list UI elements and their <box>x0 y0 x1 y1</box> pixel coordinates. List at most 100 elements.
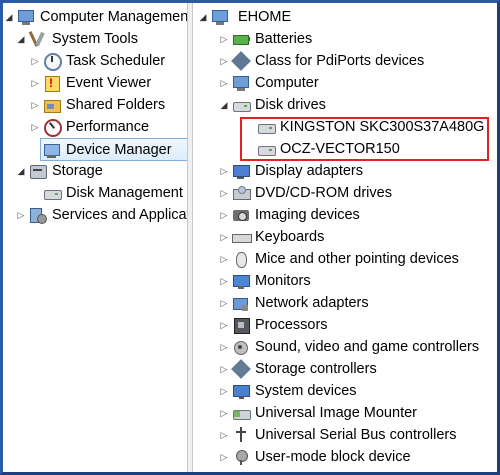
device-category-computer[interactable]: ▷ Computer <box>218 72 319 94</box>
computer-management-icon <box>17 8 35 26</box>
expand-arrow-icon[interactable]: ▷ <box>29 72 41 94</box>
collapse-arrow-icon[interactable]: ◢ <box>197 6 209 28</box>
expand-arrow-icon[interactable]: ▷ <box>218 72 230 94</box>
tree-node-performance[interactable]: ▷ Performance <box>29 116 149 138</box>
expand-arrow-icon[interactable]: ▷ <box>29 94 41 116</box>
device-category-label: System devices <box>255 383 357 399</box>
device-category-monitors[interactable]: ▷ Monitors <box>218 270 311 292</box>
disk-drive-ocz-vector150[interactable]: OCZ-VECTOR150 <box>255 138 400 160</box>
tree-node-label: Event Viewer <box>66 75 152 91</box>
network-adapter-icon <box>232 294 250 312</box>
device-category-dvd-cdrom-drives[interactable]: ▷ DVD/CD-ROM drives <box>218 182 392 204</box>
expand-arrow-icon[interactable]: ▷ <box>218 424 230 446</box>
performance-icon <box>43 118 62 137</box>
expand-arrow-icon[interactable]: ▷ <box>218 50 230 72</box>
tree-node-label: Task Scheduler <box>66 53 166 69</box>
device-category-label: Universal Serial Bus controllers <box>255 427 457 443</box>
system-tools-icon <box>29 30 47 48</box>
device-category-label: User-mode block device <box>255 449 411 465</box>
device-category-label: Processors <box>255 317 328 333</box>
expand-arrow-icon[interactable]: ▷ <box>218 270 230 292</box>
tree-node-label: System Tools <box>52 31 138 47</box>
tree-node-label: Disk Management <box>66 185 183 201</box>
tree-node-task-scheduler[interactable]: ▷ Task Scheduler <box>29 50 165 72</box>
expand-arrow-icon[interactable]: ▷ <box>15 204 27 226</box>
device-category-display-adapters[interactable]: ▷ Display adapters <box>218 160 363 182</box>
tree-node-shared-folders[interactable]: ▷ Shared Folders <box>29 94 165 116</box>
device-category-network-adapters[interactable]: ▷ Network adapters <box>218 292 369 314</box>
device-tree-root-label: EHOME <box>238 9 292 25</box>
expand-arrow-icon[interactable]: ▷ <box>218 380 230 402</box>
device-category-mice[interactable]: ▷ Mice and other pointing devices <box>218 248 459 270</box>
event-viewer-icon <box>43 74 61 92</box>
storage-controller-icon <box>232 360 250 378</box>
sound-controller-icon <box>232 338 250 356</box>
device-category-batteries[interactable]: ▷ Batteries <box>218 28 313 50</box>
device-category-label: Network adapters <box>255 295 369 311</box>
device-category-user-mode-block-device[interactable]: ▷ User-mode block device <box>218 446 411 468</box>
expand-arrow-icon[interactable]: ▷ <box>218 402 230 424</box>
device-category-system-devices[interactable]: ▷ System devices <box>218 380 357 402</box>
device-category-storage-controllers[interactable]: ▷ Storage controllers <box>218 358 377 380</box>
expand-arrow-icon[interactable]: ▷ <box>218 358 230 380</box>
disk-drive-kingston[interactable]: KINGSTON SKC300S37A480G <box>255 116 484 138</box>
device-category-universal-image-mounter[interactable]: ▷ Universal Image Mounter <box>218 402 417 424</box>
device-category-label: Imaging devices <box>255 207 360 223</box>
device-category-label: Display adapters <box>255 163 363 179</box>
tree-node-label: Storage <box>52 163 103 179</box>
expand-arrow-icon[interactable]: ▷ <box>29 50 41 72</box>
device-category-label: Computer <box>255 75 319 91</box>
device-category-usb-controllers[interactable]: ▷ Universal Serial Bus controllers <box>218 424 456 446</box>
device-category-sound-video-game[interactable]: ▷ Sound, video and game controllers <box>218 336 479 358</box>
expand-arrow-icon[interactable]: ▷ <box>218 182 230 204</box>
collapse-arrow-icon[interactable]: ◢ <box>218 94 230 116</box>
left-tree-pane[interactable]: ◢ Computer Management (Local) ◢ System T… <box>3 3 187 472</box>
device-category-keyboards[interactable]: ▷ Keyboards <box>218 226 325 248</box>
collapse-arrow-icon[interactable]: ◢ <box>3 6 15 28</box>
tree-node-disk-management[interactable]: Disk Management <box>41 182 183 204</box>
device-category-label: Mice and other pointing devices <box>255 251 459 267</box>
processor-icon <box>232 316 250 334</box>
collapse-arrow-icon[interactable]: ◢ <box>15 160 27 182</box>
device-category-label: Universal Image Mounter <box>255 405 417 421</box>
tree-node-storage[interactable]: ◢ Storage <box>15 160 103 182</box>
tree-node-event-viewer[interactable]: ▷ Event Viewer <box>29 72 151 94</box>
user-mode-block-device-icon <box>232 448 250 466</box>
device-category-class-pdiports[interactable]: ▷ Class for PdiPorts devices <box>218 50 425 72</box>
device-category-processors[interactable]: ▷ Processors <box>218 314 328 336</box>
expand-arrow-icon[interactable]: ▷ <box>218 314 230 336</box>
computer-icon <box>211 8 229 26</box>
expand-arrow-icon[interactable]: ▷ <box>218 160 230 182</box>
expand-arrow-icon[interactable]: ▷ <box>218 336 230 358</box>
expand-arrow-icon[interactable]: ▷ <box>218 446 230 468</box>
usb-icon <box>232 426 250 444</box>
storage-icon <box>29 162 47 180</box>
tree-node-computer-management[interactable]: ◢ Computer Management (Local) <box>3 6 187 28</box>
expand-arrow-icon[interactable]: ▷ <box>218 248 230 270</box>
device-category-label: Disk drives <box>255 97 326 113</box>
tree-node-device-manager[interactable]: Device Manager <box>40 138 187 161</box>
mouse-icon <box>232 250 250 268</box>
expand-arrow-icon[interactable]: ▷ <box>218 226 230 248</box>
display-adapter-icon <box>232 162 250 180</box>
tree-node-services-and-applications[interactable]: ▷ Services and Applications <box>15 204 187 226</box>
tree-node-system-tools[interactable]: ◢ System Tools <box>15 28 138 50</box>
device-tree-root[interactable]: ◢ EHOME <box>197 6 295 28</box>
device-category-imaging-devices[interactable]: ▷ Imaging devices <box>218 204 360 226</box>
tree-node-label: Device Manager <box>66 141 172 158</box>
disk-drive-label: OCZ-VECTOR150 <box>280 141 400 157</box>
device-category-disk-drives[interactable]: ◢ Disk drives <box>218 94 326 116</box>
computer-icon <box>232 74 250 92</box>
expand-arrow-icon[interactable]: ▷ <box>218 204 230 226</box>
battery-icon <box>232 30 250 48</box>
services-and-applications-icon <box>29 206 47 224</box>
expand-arrow-icon[interactable]: ▷ <box>218 28 230 50</box>
monitor-icon <box>232 272 250 290</box>
device-manager-icon <box>43 141 61 159</box>
collapse-arrow-icon[interactable]: ◢ <box>15 28 27 50</box>
task-scheduler-icon <box>43 52 62 71</box>
device-category-label: Batteries <box>255 31 313 47</box>
right-device-tree-pane[interactable]: ◢ EHOME ▷ Batteries ▷ Class for PdiPorts… <box>193 3 497 472</box>
expand-arrow-icon[interactable]: ▷ <box>218 292 230 314</box>
expand-arrow-icon[interactable]: ▷ <box>29 116 41 138</box>
